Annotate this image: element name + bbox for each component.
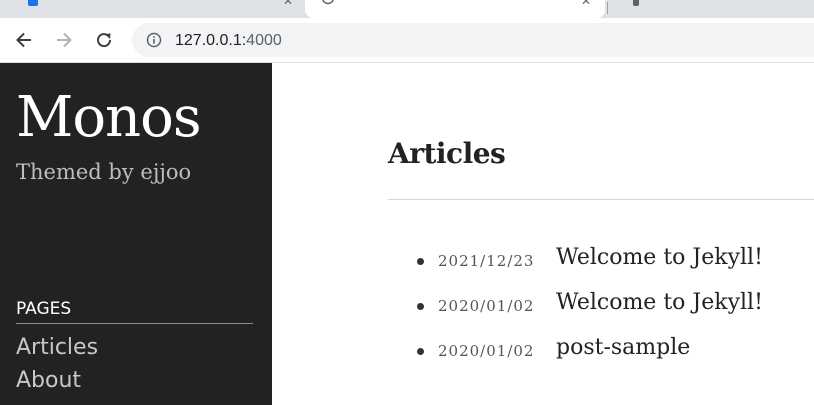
nav-link-articles[interactable]: Articles — [16, 335, 98, 360]
sidebar: Monos Themed by ejjoo PAGES Articles Abo… — [0, 63, 272, 405]
reload-icon — [97, 33, 112, 48]
title-divider — [388, 199, 814, 200]
browser-tab-active[interactable]: ✕ — [305, 0, 605, 18]
post-link[interactable]: Welcome to Jekyll! — [556, 288, 763, 318]
pages-nav: Articles About — [16, 333, 98, 399]
page-title: Articles — [388, 137, 506, 170]
bullet-icon — [417, 258, 424, 265]
url-text: 127.0.0.1:4000 — [175, 32, 282, 50]
nav-item-articles: Articles — [16, 333, 98, 366]
tab-close-icon[interactable]: ✕ — [581, 0, 591, 8]
bullet-icon — [417, 303, 424, 310]
browser-tab[interactable] — [607, 0, 814, 18]
url-host: 127.0.0.1: — [175, 32, 247, 49]
arrow-right-icon — [57, 32, 72, 48]
tab-favicon-icon — [322, 0, 334, 5]
nav-item-about: About — [16, 366, 98, 399]
url-port: 4000 — [246, 32, 282, 49]
post-date: 2021/12/23 — [438, 252, 535, 270]
browser-tab[interactable]: ✕ — [0, 0, 305, 18]
tab-favicon-icon — [28, 0, 38, 6]
tab-favicon-icon — [633, 0, 639, 6]
site-subtitle: Themed by ejjoo — [16, 160, 192, 184]
pages-heading: PAGES — [16, 297, 253, 324]
tab-strip: ✕ ✕ — [0, 0, 814, 18]
back-button[interactable] — [12, 28, 36, 52]
arrow-left-icon — [16, 32, 31, 48]
reload-button[interactable] — [92, 28, 116, 52]
browser-toolbar: 127.0.0.1:4000 — [0, 18, 814, 63]
info-icon[interactable] — [146, 32, 162, 48]
post-date: 2020/01/02 — [438, 342, 535, 360]
tab-close-icon[interactable]: ✕ — [283, 0, 293, 8]
post-date: 2020/01/02 — [438, 297, 535, 315]
bullet-icon — [417, 348, 424, 355]
address-bar[interactable]: 127.0.0.1:4000 — [132, 23, 814, 57]
forward-button[interactable] — [52, 28, 76, 52]
nav-link-about[interactable]: About — [16, 368, 81, 393]
tab-separator — [607, 2, 608, 14]
site-title[interactable]: Monos — [16, 83, 202, 153]
post-link[interactable]: post-sample — [556, 333, 690, 363]
post-link[interactable]: Welcome to Jekyll! — [556, 243, 763, 273]
